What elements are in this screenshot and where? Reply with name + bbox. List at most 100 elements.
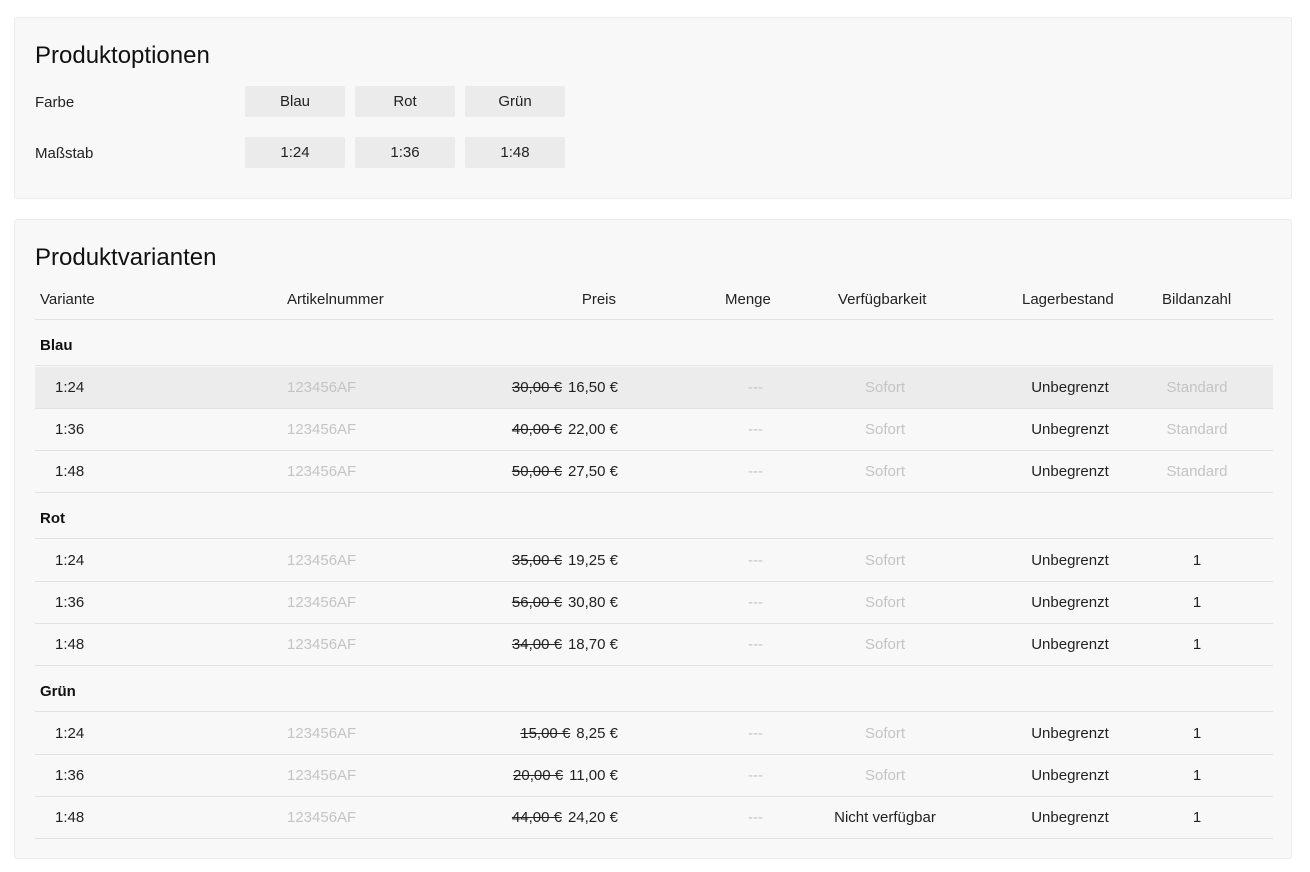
color-option-rot-button[interactable]: Rot (355, 86, 455, 117)
price-cell: 35,00 € 19,25 € (512, 552, 618, 569)
quantity-cell: --- (748, 767, 763, 784)
column-header-lagerbestand: Lagerbestand (1022, 291, 1114, 308)
scale-option-label: Maßstab (35, 145, 94, 162)
sku-cell: 123456AF (287, 379, 357, 396)
product-variants-title: Produktvarianten (35, 244, 217, 271)
variant-cell: 1:24 (55, 552, 85, 569)
variant-group-label: Grün (40, 683, 76, 700)
variant-cell: 1:24 (55, 725, 85, 742)
price-cell: 20,00 € 11,00 € (513, 767, 618, 784)
stock-cell-text: Unbegrenzt (1031, 421, 1109, 438)
variant-row[interactable]: 1:36 123456AF 40,00 € 22,00 € --- Sofort Unbeg… (35, 409, 1273, 451)
current-price: 18,70 € (567, 636, 618, 653)
sku-cell: 123456AF (287, 594, 357, 611)
stock-cell-text: Unbegrenzt (1031, 767, 1109, 784)
quantity-cell: --- (748, 636, 763, 653)
quantity-cell: --- (748, 725, 763, 742)
image-count-cell-text: 1 (1192, 809, 1202, 826)
variant-row[interactable]: 1:24 123456AF 30,00 € 16,50 € --- Sofort Unbeg… (35, 367, 1273, 409)
variant-cell: 1:36 (55, 594, 85, 611)
quantity-cell: --- (748, 809, 763, 826)
product-options-card: Produktoptionen Farbe Blau Rot Grün Maßs… (14, 17, 1292, 199)
quantity-cell: --- (748, 421, 763, 438)
price-cell: 50,00 € 27,50 € (512, 463, 618, 480)
current-price: 19,25 € (567, 552, 618, 569)
current-price: 11,00 € (569, 767, 618, 784)
color-option-label: Farbe (35, 94, 75, 111)
price-cell: 40,00 € 22,00 € (512, 421, 618, 438)
variant-group-label: Blau (40, 337, 73, 354)
availability-cell-text: Sofort (864, 421, 906, 438)
image-count-cell-text: Standard (1166, 421, 1228, 438)
quantity-cell: --- (748, 463, 763, 480)
availability-cell-text: Sofort (864, 636, 906, 653)
old-price: 15,00 € (520, 725, 571, 742)
availability-cell-text: Sofort (864, 463, 906, 480)
variant-group-header: Rot (35, 493, 1273, 539)
availability-cell-text: Nicht verfügbar (834, 809, 936, 826)
price-cell: 30,00 € 16,50 € (512, 379, 618, 396)
variant-row[interactable]: 1:48 123456AF 44,00 € 24,20 € --- Nicht verfü… (35, 797, 1273, 839)
product-options-title: Produktoptionen (35, 42, 210, 69)
availability-cell-text: Sofort (864, 767, 906, 784)
sku-cell: 123456AF (287, 725, 357, 742)
old-price: 20,00 € (513, 767, 564, 784)
variant-group-label: Rot (40, 510, 65, 527)
price-cell: 34,00 € 18,70 € (512, 636, 618, 653)
scale-option-1-48-button[interactable]: 1:48 (465, 137, 565, 168)
variant-cell: 1:36 (55, 767, 85, 784)
variant-cell: 1:48 (55, 463, 85, 480)
image-count-cell-text: 1 (1192, 767, 1202, 784)
stock-cell-text: Unbegrenzt (1031, 552, 1109, 569)
column-header-preis: Preis (581, 291, 616, 308)
sku-cell: 123456AF (287, 552, 357, 569)
column-header-verfuegbarkeit: Verfügbarkeit (838, 291, 927, 308)
variant-row[interactable]: 1:24 123456AF 15,00 € 8,25 € --- Sofort Unbegr… (35, 713, 1273, 755)
image-count-cell-text: 1 (1192, 552, 1202, 569)
image-count-cell-text: Standard (1166, 379, 1228, 396)
old-price: 35,00 € (511, 552, 562, 569)
current-price: 24,20 € (567, 809, 618, 826)
variant-row[interactable]: 1:36 123456AF 20,00 € 11,00 € --- Sofort Unbeg… (35, 755, 1273, 797)
quantity-cell: --- (748, 379, 763, 396)
stock-cell-text: Unbegrenzt (1031, 463, 1109, 480)
image-count-cell-text: 1 (1192, 725, 1202, 742)
scale-option-1-36-button[interactable]: 1:36 (355, 137, 455, 168)
current-price: 22,00 € (567, 421, 618, 438)
column-header-bildanzahl: Bildanzahl (1162, 291, 1232, 308)
image-count-cell-text: 1 (1192, 594, 1202, 611)
variant-cell: 1:48 (55, 809, 85, 826)
image-count-cell-text: Standard (1166, 463, 1228, 480)
column-header-menge: Menge (725, 291, 771, 308)
old-price: 50,00 € (511, 463, 562, 480)
stock-cell-text: Unbegrenzt (1031, 809, 1109, 826)
variant-row[interactable]: 1:36 123456AF 56,00 € 30,80 € --- Sofort Unbeg… (35, 582, 1273, 624)
sku-cell: 123456AF (287, 463, 357, 480)
color-option-blau-button[interactable]: Blau (245, 86, 345, 117)
scale-option-1-24-button[interactable]: 1:24 (245, 137, 345, 168)
price-cell: 44,00 € 24,20 € (512, 809, 618, 826)
color-option-gruen-button[interactable]: Grün (465, 86, 565, 117)
variant-cell: 1:48 (55, 636, 85, 653)
availability-cell-text: Sofort (864, 725, 906, 742)
old-price: 40,00 € (511, 421, 562, 438)
sku-cell: 123456AF (287, 767, 357, 784)
stock-cell-text: Unbegrenzt (1031, 725, 1109, 742)
old-price: 34,00 € (511, 636, 562, 653)
availability-cell-text: Sofort (864, 552, 906, 569)
stock-cell-text: Unbegrenzt (1031, 594, 1109, 611)
variant-row[interactable]: 1:48 123456AF 50,00 € 27,50 € --- Sofort Unbeg… (35, 451, 1273, 493)
availability-cell-text: Sofort (864, 594, 906, 611)
variant-group-header: Grün (35, 666, 1273, 712)
sku-cell: 123456AF (287, 809, 357, 826)
old-price: 30,00 € (511, 379, 562, 396)
variant-row[interactable]: 1:48 123456AF 34,00 € 18,70 € --- Sofort Unbeg… (35, 624, 1273, 666)
variant-cell: 1:36 (55, 421, 85, 438)
current-price: 8,25 € (576, 725, 618, 742)
variant-cell: 1:24 (55, 379, 85, 396)
variant-row[interactable]: 1:24 123456AF 35,00 € 19,25 € --- Sofort Unbeg… (35, 540, 1273, 582)
availability-cell-text: Sofort (864, 379, 906, 396)
old-price: 56,00 € (511, 594, 562, 611)
quantity-cell: --- (748, 552, 763, 569)
column-header-variante: Variante (40, 291, 95, 308)
